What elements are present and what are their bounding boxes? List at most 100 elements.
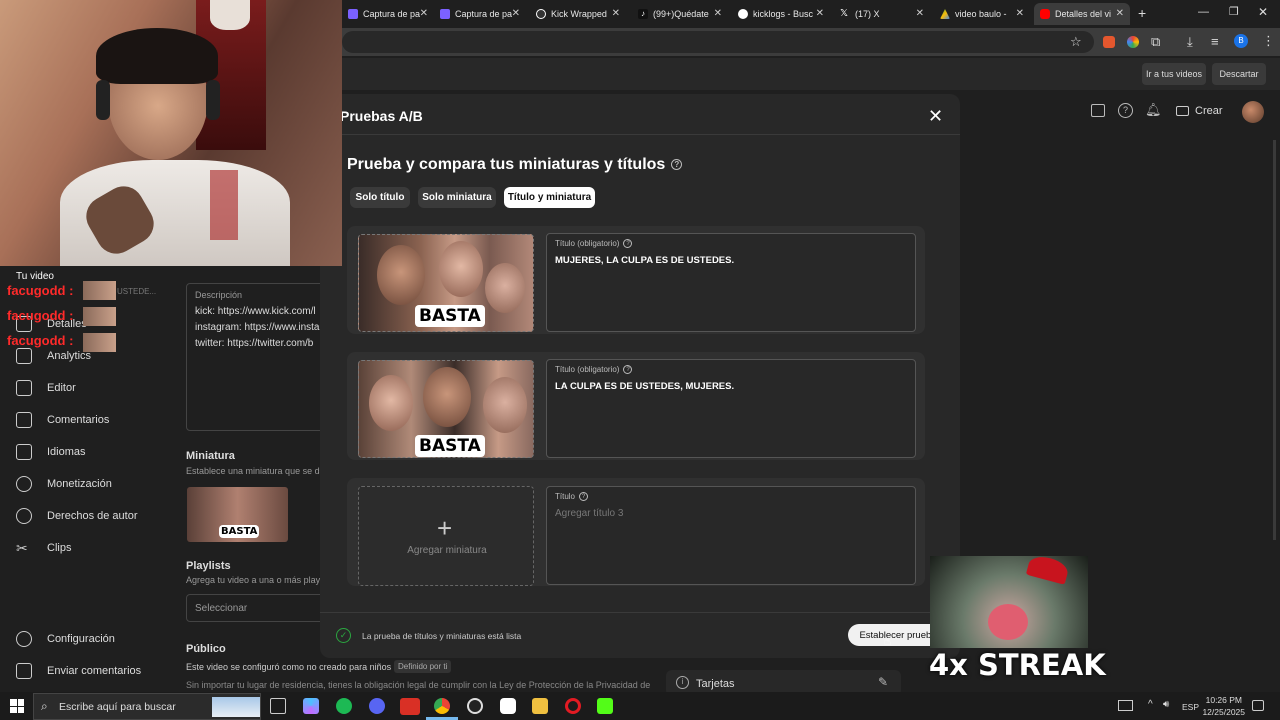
discard-button[interactable]: Descartar xyxy=(1212,63,1266,85)
puzzle-icon[interactable]: ⧉ xyxy=(1151,34,1160,50)
variant-thumbnail[interactable]: BASTA xyxy=(358,234,534,332)
tab-6[interactable]: 𝕏 (17) X ✕ xyxy=(834,3,930,25)
close-window-icon[interactable]: ✕ xyxy=(1258,5,1268,19)
notifications-icon[interactable]: 🔔︎ xyxy=(1145,102,1162,118)
tiktok-icon: ♪ xyxy=(638,9,648,19)
title-label: Título (obligatorio)? xyxy=(555,365,633,375)
status-message: La prueba de títulos y miniaturas está l… xyxy=(362,631,522,641)
notifications-center-icon[interactable] xyxy=(1252,700,1264,711)
chevron-up-icon[interactable]: ^ xyxy=(1148,699,1153,710)
task-view-icon[interactable] xyxy=(270,698,286,714)
tab-2[interactable]: Captura de pa ✕ xyxy=(434,3,526,25)
sidebar-item-languages[interactable]: Idiomas xyxy=(16,442,86,462)
title-input[interactable]: Título (obligatorio)? MUJERES, LA CULPA … xyxy=(546,233,916,332)
voicemeeter-icon[interactable] xyxy=(400,698,420,715)
tab-4[interactable]: ♪ (99+)Quédate ✕ xyxy=(632,3,728,25)
help-icon[interactable]: ? xyxy=(623,239,633,249)
sidebar-item-settings[interactable]: Configuración xyxy=(16,629,115,649)
shirt-print xyxy=(210,170,238,240)
discord-icon[interactable] xyxy=(369,698,385,714)
kick-icon[interactable] xyxy=(597,698,613,714)
extension-icon[interactable] xyxy=(1103,36,1115,48)
taskbar-search[interactable]: ⌕ Escribe aquí para buscar xyxy=(33,693,261,720)
sidebar-item-feedback[interactable]: Enviar comentarios xyxy=(16,661,141,681)
go-to-videos-button[interactable]: Ir a tus videos xyxy=(1142,63,1206,85)
new-tab-button[interactable]: + xyxy=(1138,5,1146,21)
bookmark-star-icon[interactable]: ☆ xyxy=(1070,34,1082,50)
streamer-hair xyxy=(96,28,218,84)
chat-emote xyxy=(83,281,116,300)
edit-icon[interactable]: ✎ xyxy=(878,675,888,689)
feedback-icon[interactable] xyxy=(1091,104,1105,117)
help-icon[interactable]: ? xyxy=(1118,103,1133,118)
tab-close-icon[interactable]: ✕ xyxy=(1116,8,1124,19)
file-explorer-icon[interactable] xyxy=(532,698,548,714)
minimize-icon[interactable]: — xyxy=(1198,6,1209,18)
tab-close-icon[interactable]: ✕ xyxy=(714,8,722,19)
tab-close-icon[interactable]: ✕ xyxy=(612,8,620,19)
spotify-icon[interactable] xyxy=(336,698,352,714)
obs-icon[interactable] xyxy=(467,698,483,714)
audience-line: Este video se configuró como no creado p… xyxy=(186,662,392,672)
keyboard-icon[interactable] xyxy=(1118,700,1133,711)
opera-icon[interactable] xyxy=(565,698,581,714)
tab-close-icon[interactable]: ✕ xyxy=(816,8,824,19)
help-icon[interactable]: ? xyxy=(671,159,683,171)
chrome-icon[interactable] xyxy=(434,698,450,714)
face-shape xyxy=(377,245,425,305)
tab-8-active[interactable]: Detalles del vi ✕ xyxy=(1034,3,1130,25)
tab-3[interactable]: Kick Wrapped ✕ xyxy=(530,3,626,25)
scrollbar[interactable] xyxy=(1273,140,1276,540)
title-input-3[interactable]: Título? Agregar título 3 xyxy=(546,486,916,585)
tab-close-icon[interactable]: ✕ xyxy=(420,8,428,19)
chip-thumbnail-only[interactable]: Solo miniatura xyxy=(418,187,496,208)
volume-icon[interactable]: 🔊︎ xyxy=(1163,699,1169,710)
info-icon: i xyxy=(676,676,689,689)
close-icon[interactable]: ✕ xyxy=(928,106,943,127)
variant-thumbnail[interactable]: BASTA xyxy=(358,360,534,458)
google-icon xyxy=(738,9,748,19)
thumbnail-section-hint: Establece una miniatura que se de xyxy=(186,466,325,476)
tab-close-icon[interactable]: ✕ xyxy=(512,8,520,19)
sidebar-item-monetization[interactable]: Monetización xyxy=(16,474,112,494)
restore-icon[interactable]: ❐ xyxy=(1229,5,1239,18)
extension-icon[interactable] xyxy=(1127,36,1139,48)
sidebar-item-comments[interactable]: Comentarios xyxy=(16,410,109,430)
playlist-select[interactable]: Seleccionar xyxy=(186,594,326,622)
chat-message: facugodd : xyxy=(7,333,74,348)
title-label: Título? xyxy=(555,492,589,502)
chip-title-and-thumbnail[interactable]: Título y miniatura xyxy=(504,187,595,208)
media-icon[interactable]: ≡ xyxy=(1211,34,1219,49)
help-icon[interactable]: ? xyxy=(579,492,589,502)
copilot-icon[interactable] xyxy=(303,698,319,714)
windows-start-icon[interactable] xyxy=(10,699,24,713)
capcut-icon[interactable] xyxy=(500,698,516,714)
sidebar-item-copyright[interactable]: Derechos de autor xyxy=(16,506,138,526)
tab-7[interactable]: video baulo - ✕ xyxy=(934,3,1030,25)
sidebar-item-clips[interactable]: ✂ Clips xyxy=(16,538,71,558)
title-input[interactable]: Título (obligatorio)? LA CULPA ES DE UST… xyxy=(546,359,916,458)
current-thumbnail[interactable]: BASTA xyxy=(187,487,288,542)
clock-date[interactable]: 12/25/2025 xyxy=(1197,707,1245,717)
scissors-icon: ✂ xyxy=(16,540,28,556)
download-icon[interactable]: ⤓ xyxy=(1187,34,1193,50)
tab-close-icon[interactable]: ✕ xyxy=(916,8,924,19)
face-shape xyxy=(483,377,527,433)
clock-time[interactable]: 10:26 PM xyxy=(1202,695,1242,705)
tab-close-icon[interactable]: ✕ xyxy=(1016,8,1024,19)
avatar[interactable] xyxy=(1242,101,1264,123)
profile-avatar[interactable]: B xyxy=(1234,34,1248,48)
tab-5[interactable]: kicklogs - Busc ✕ xyxy=(732,3,830,25)
playlists-hint: Agrega tu video a una o más playli xyxy=(186,575,325,585)
add-thumbnail-button[interactable]: + Agregar miniatura xyxy=(358,486,534,586)
description-field[interactable]: Descripción kick: https://www.kick.com/l… xyxy=(186,283,326,431)
create-button[interactable]: Crear xyxy=(1176,102,1223,120)
sidebar-item-analytics[interactable]: Analytics xyxy=(16,346,91,366)
help-icon[interactable]: ? xyxy=(623,365,633,375)
menu-dots-icon[interactable]: ⋮ xyxy=(1262,33,1275,49)
sidebar-item-editor[interactable]: Editor xyxy=(16,378,76,398)
tab-1[interactable]: Captura de pa ✕ xyxy=(342,3,434,25)
audience-legal-text: Sin importar tu lugar de residencia, tie… xyxy=(186,680,651,690)
address-bar[interactable] xyxy=(342,31,1094,53)
chip-title-only[interactable]: Solo título xyxy=(350,187,410,208)
